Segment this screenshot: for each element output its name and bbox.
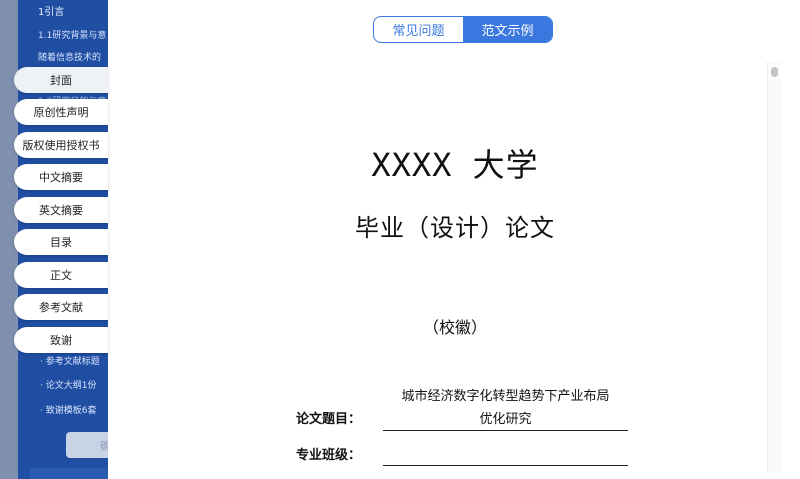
major-class-label: 专业班级：	[296, 448, 362, 463]
major-class-underline	[383, 465, 628, 466]
outline-bottom-item: · 论文大纲1份	[40, 381, 97, 391]
outline-paragraph: 随着信息技术的	[38, 53, 102, 63]
outline-subheading: 1.1研究背景与意	[38, 31, 107, 41]
nav-item-english-abstract[interactable]: 英文摘要	[14, 197, 108, 223]
document-scrollbar[interactable]	[767, 62, 781, 472]
nav-item-copyright-authorization[interactable]: 版权使用授权书	[14, 132, 108, 158]
nav-item-originality-statement[interactable]: 原创性声明	[14, 99, 108, 125]
thesis-title-underline	[383, 430, 628, 431]
scrollbar-thumb[interactable]	[771, 67, 778, 77]
panel-bottom-bar	[30, 468, 108, 479]
nav-item-table-of-contents[interactable]: 目录	[14, 229, 108, 255]
outline-heading: 1引言	[38, 7, 65, 18]
outline-bottom-item: · 致谢模板6套	[40, 406, 97, 416]
outline-bottom-item: · 参考文献标题	[40, 357, 100, 367]
nav-item-chinese-abstract[interactable]: 中文摘要	[14, 164, 108, 190]
thesis-title-value-line2: 优化研究	[479, 412, 532, 427]
tab-sample-examples[interactable]: 范文示例	[463, 17, 552, 42]
document-school-emblem-placeholder: （校徽）	[422, 318, 487, 337]
thesis-title-value-line1: 城市经济数字化转型趋势下产业布局	[401, 389, 610, 404]
nav-item-acknowledgements[interactable]: 致谢	[14, 327, 108, 353]
background-purchase-button[interactable]: 购	[66, 432, 108, 458]
nav-item-references[interactable]: 参考文献	[14, 294, 108, 320]
tab-faq[interactable]: 常见问题	[374, 17, 463, 42]
document-university-title: XXXX 大学	[371, 146, 539, 184]
nav-item-main-text[interactable]: 正文	[14, 262, 108, 288]
thesis-title-label: 论文题目：	[296, 412, 362, 427]
document-thesis-type: 毕业（设计）论文	[355, 214, 555, 242]
nav-item-cover[interactable]: 封面	[14, 67, 108, 93]
tab-switcher: 常见问题 范文示例	[373, 16, 553, 43]
